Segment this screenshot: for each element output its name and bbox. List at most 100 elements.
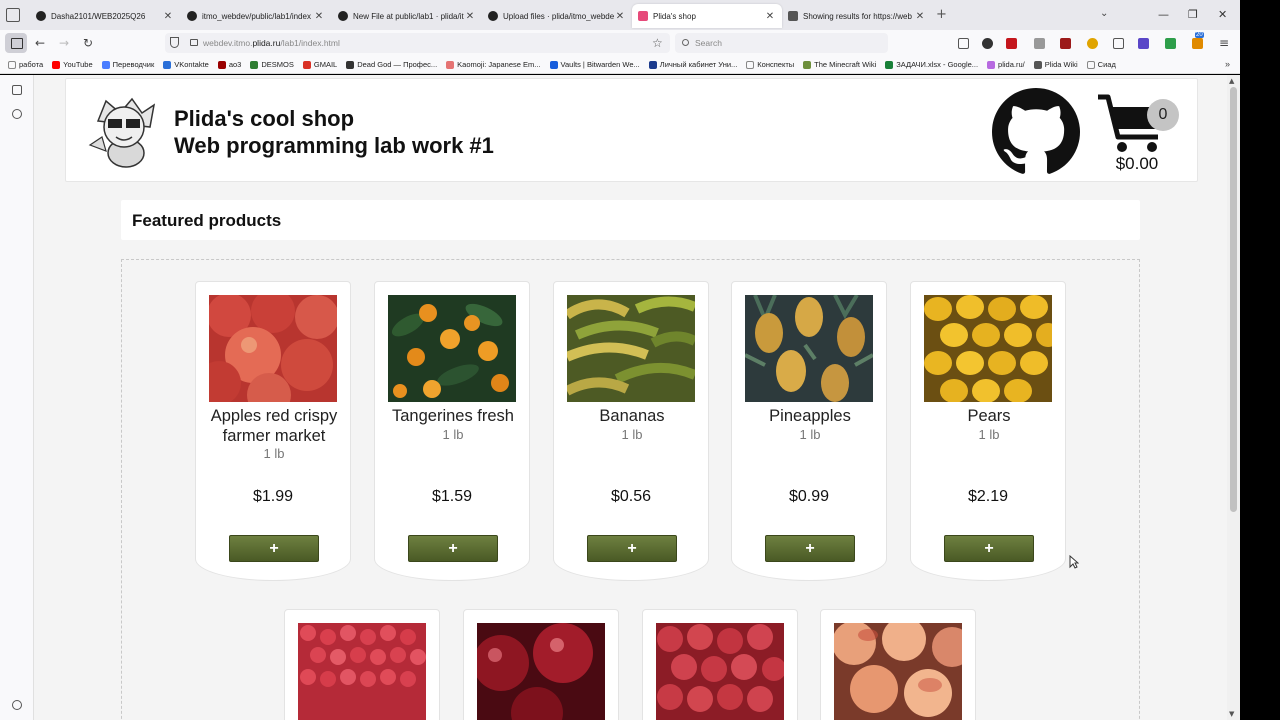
tracking-shield-icon[interactable] (170, 37, 179, 48)
product-unit: 1 lb (978, 426, 1000, 442)
bookmark-item[interactable]: Переводчик (101, 60, 154, 69)
product-name: Tangerines fresh 1 lb (387, 407, 519, 443)
close-icon[interactable]: ✕ (764, 11, 776, 22)
extensions-puzzle-icon[interactable] (1113, 38, 1124, 49)
customize-gear-icon[interactable] (12, 700, 22, 710)
tab-github-dasha[interactable]: Dasha2101/WEB2025Q26 ✕ (30, 4, 180, 28)
product-price: $0.99 (788, 488, 830, 505)
product-image-apples (209, 295, 337, 402)
product-name: Bananas 1 lb (566, 407, 698, 443)
sidebar-tabs-icon[interactable] (12, 85, 22, 95)
extension-green-shield-icon[interactable] (1165, 38, 1176, 49)
reload-icon[interactable]: ↻ (80, 35, 96, 51)
bookmark-item[interactable]: Kaomoji: Japanese Em... (446, 60, 541, 69)
bookmark-item[interactable]: plida.ru/ (987, 60, 1025, 69)
bookmark-label: Конспекты (757, 60, 795, 69)
bookmark-item[interactable]: Сиад (1086, 60, 1116, 69)
bookmark-star-icon[interactable]: ☆ (652, 36, 663, 50)
bookmark-label: работа (19, 60, 44, 69)
add-to-cart-button[interactable]: + (944, 535, 1034, 562)
product-title: Tangerines fresh (392, 407, 514, 425)
youtube-icon (52, 60, 61, 69)
extension-sun-icon[interactable] (1087, 38, 1098, 49)
bookmark-item[interactable]: Личный кабинет Уни... (648, 60, 737, 69)
scroll-up-icon[interactable]: ▲ (1229, 77, 1234, 85)
bookmark-item[interactable]: Vaults | Bitwarden We... (549, 60, 640, 69)
bookmark-item[interactable]: DESMOS (250, 60, 294, 69)
bookmark-item[interactable]: VKontakte (163, 60, 209, 69)
bookmark-item[interactable]: Dead God — Профес... (346, 60, 437, 69)
tab-search-results[interactable]: Showing results for https://web ✕ (782, 4, 932, 28)
bookmark-label: Kaomoji: Japanese Em... (457, 60, 541, 69)
search-bar[interactable]: Search (675, 33, 888, 53)
bookmark-item[interactable]: ЗАДАЧИ.xlsx - Google... (885, 60, 978, 69)
product-image-currants (298, 623, 426, 720)
close-icon[interactable]: ✕ (464, 11, 476, 22)
github-icon[interactable] (992, 88, 1080, 176)
scrollbar-thumb[interactable] (1230, 87, 1237, 512)
restore-icon[interactable]: ❐ (1188, 8, 1198, 21)
vk-icon (163, 60, 172, 69)
extension-x-icon[interactable] (1138, 38, 1149, 49)
add-to-cart-button[interactable]: + (765, 535, 855, 562)
menu-icon[interactable]: ≡ (1216, 35, 1232, 51)
window-close-icon[interactable]: ✕ (1218, 8, 1227, 21)
extension-red-icon[interactable] (1006, 38, 1017, 49)
history-icon[interactable] (12, 109, 22, 119)
search-icon (682, 39, 689, 46)
tab-upload-files[interactable]: Upload files · plida/itmo_webde ✕ (482, 4, 632, 28)
bookmark-item[interactable]: Plida Wiki (1033, 60, 1078, 69)
extension-badge-count: 20 (1195, 32, 1204, 38)
minimize-icon[interactable]: — (1158, 8, 1169, 21)
new-tab-button[interactable]: + (936, 7, 947, 22)
bookmark-item[interactable]: Конспекты (746, 60, 794, 69)
scroll-down-icon[interactable]: ▼ (1229, 710, 1234, 718)
downloads-icon[interactable] (958, 38, 969, 49)
add-to-cart-button[interactable]: + (229, 535, 319, 562)
product-price: $1.99 (252, 488, 294, 505)
bookmark-item[interactable]: The Minecraft Wiki (803, 60, 876, 69)
bookmark-item[interactable]: GMAIL (302, 60, 337, 69)
close-icon[interactable]: ✕ (614, 11, 626, 22)
product-image-pears (924, 295, 1052, 402)
tab-bar: Dasha2101/WEB2025Q26 ✕ itmo_webdev/publi… (0, 0, 1240, 30)
folder-icon (8, 60, 16, 69)
bookmark-item[interactable]: работа (8, 60, 43, 69)
lock-icon[interactable] (190, 39, 198, 46)
extension-badge-icon[interactable]: 20 (1192, 32, 1204, 49)
forward-icon[interactable]: → (56, 35, 72, 51)
back-icon[interactable]: ← (32, 35, 48, 51)
bookmarks-overflow-icon[interactable]: » (1225, 59, 1230, 69)
bookmark-item[interactable]: ao3 (217, 60, 241, 69)
tab-list-button[interactable] (6, 8, 20, 22)
url-bar[interactable]: webdev.itmo. plida.ru/lab1/index.html (165, 33, 670, 53)
product-card: Tangerines fresh 1 lb $1.59 + (374, 281, 530, 581)
product-price: $1.59 (431, 488, 473, 505)
extension-s-icon[interactable] (1034, 38, 1045, 49)
tab-plidas-shop[interactable]: Plida's shop ✕ (632, 4, 782, 28)
extension-dark-icon[interactable] (982, 38, 993, 49)
product-image-cherries (477, 623, 605, 720)
sidebar-toggle-button[interactable] (5, 33, 27, 53)
close-icon[interactable]: ✕ (162, 11, 174, 22)
translator-icon (101, 60, 110, 69)
browser-sidebar (0, 75, 34, 720)
page-scrollbar[interactable]: ▲ ▼ (1227, 75, 1240, 720)
bookmark-item[interactable]: YouTube (52, 60, 93, 69)
tab-title: Dasha2101/WEB2025Q26 (51, 11, 146, 21)
close-icon[interactable]: ✕ (914, 11, 926, 22)
tab-overflow-chevron-icon[interactable]: ⌄ (1100, 8, 1108, 19)
bookmark-label: Vaults | Bitwarden We... (560, 60, 640, 69)
ublock-icon[interactable] (1060, 38, 1071, 49)
ao3-icon (217, 60, 226, 69)
plida-wiki-icon (1033, 60, 1042, 69)
search-favicon-icon (788, 11, 798, 21)
add-to-cart-button[interactable]: + (587, 535, 677, 562)
tab-github-itmo[interactable]: itmo_webdev/public/lab1/index ✕ (181, 4, 331, 28)
tab-new-file[interactable]: New File at public/lab1 · plida/it ✕ (332, 4, 482, 28)
gmail-icon (302, 60, 311, 69)
close-icon[interactable]: ✕ (313, 11, 325, 22)
add-to-cart-button[interactable]: + (408, 535, 498, 562)
product-card (284, 609, 440, 720)
site-subtitle: Web programming lab work #1 (174, 133, 494, 158)
